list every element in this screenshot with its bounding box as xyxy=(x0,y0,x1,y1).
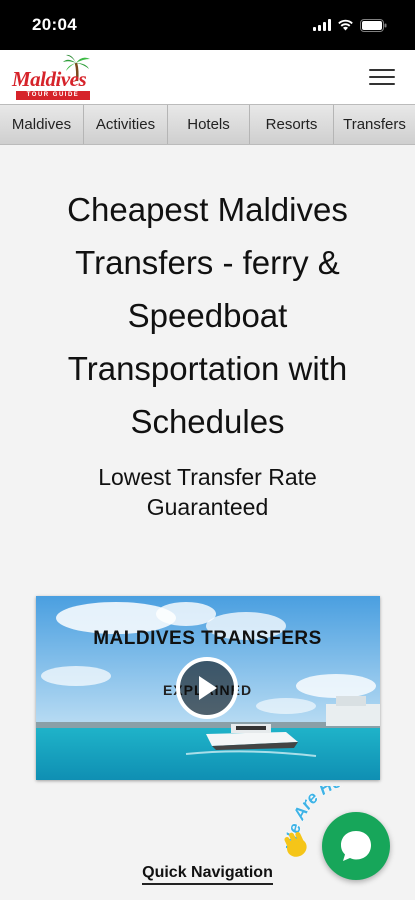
video-player[interactable]: MALDIVES TRANSFERS EXPLAINED xyxy=(35,596,380,780)
nav-item-resorts[interactable]: Resorts xyxy=(250,105,334,144)
main-content: Cheapest Maldives Transfers - ferry & Sp… xyxy=(0,145,415,780)
nav-item-activities[interactable]: Activities xyxy=(84,105,168,144)
battery-icon xyxy=(360,18,387,32)
video-title: MALDIVES TRANSFERS xyxy=(93,628,322,649)
nav-item-maldives[interactable]: Maldives xyxy=(0,105,84,144)
nav-item-transfers[interactable]: Transfers xyxy=(334,105,415,144)
signal-icon xyxy=(313,19,331,31)
wifi-icon xyxy=(337,19,354,31)
status-icons xyxy=(313,18,387,32)
play-icon[interactable] xyxy=(175,657,238,719)
hamburger-menu-icon[interactable] xyxy=(369,66,395,88)
quick-navigation-label: Quick Navigation xyxy=(142,864,273,885)
logo-subtext: TOUR GUIDE xyxy=(16,91,90,100)
category-nav: Maldives Activities Hotels Resorts Trans… xyxy=(0,104,415,145)
chat-icon[interactable] xyxy=(322,812,390,880)
logo-text: Maldives xyxy=(12,67,87,91)
status-bar: 20:04 xyxy=(0,0,415,50)
page-title: Cheapest Maldives Transfers - ferry & Sp… xyxy=(67,191,348,440)
site-header: Maldives TOUR GUIDE xyxy=(0,50,415,104)
site-logo[interactable]: Maldives TOUR GUIDE xyxy=(10,52,94,102)
status-time: 20:04 xyxy=(32,15,77,34)
nav-item-hotels[interactable]: Hotels xyxy=(168,105,250,144)
page-subtitle: Lowest Transfer Rate Guaranteed xyxy=(98,464,317,520)
